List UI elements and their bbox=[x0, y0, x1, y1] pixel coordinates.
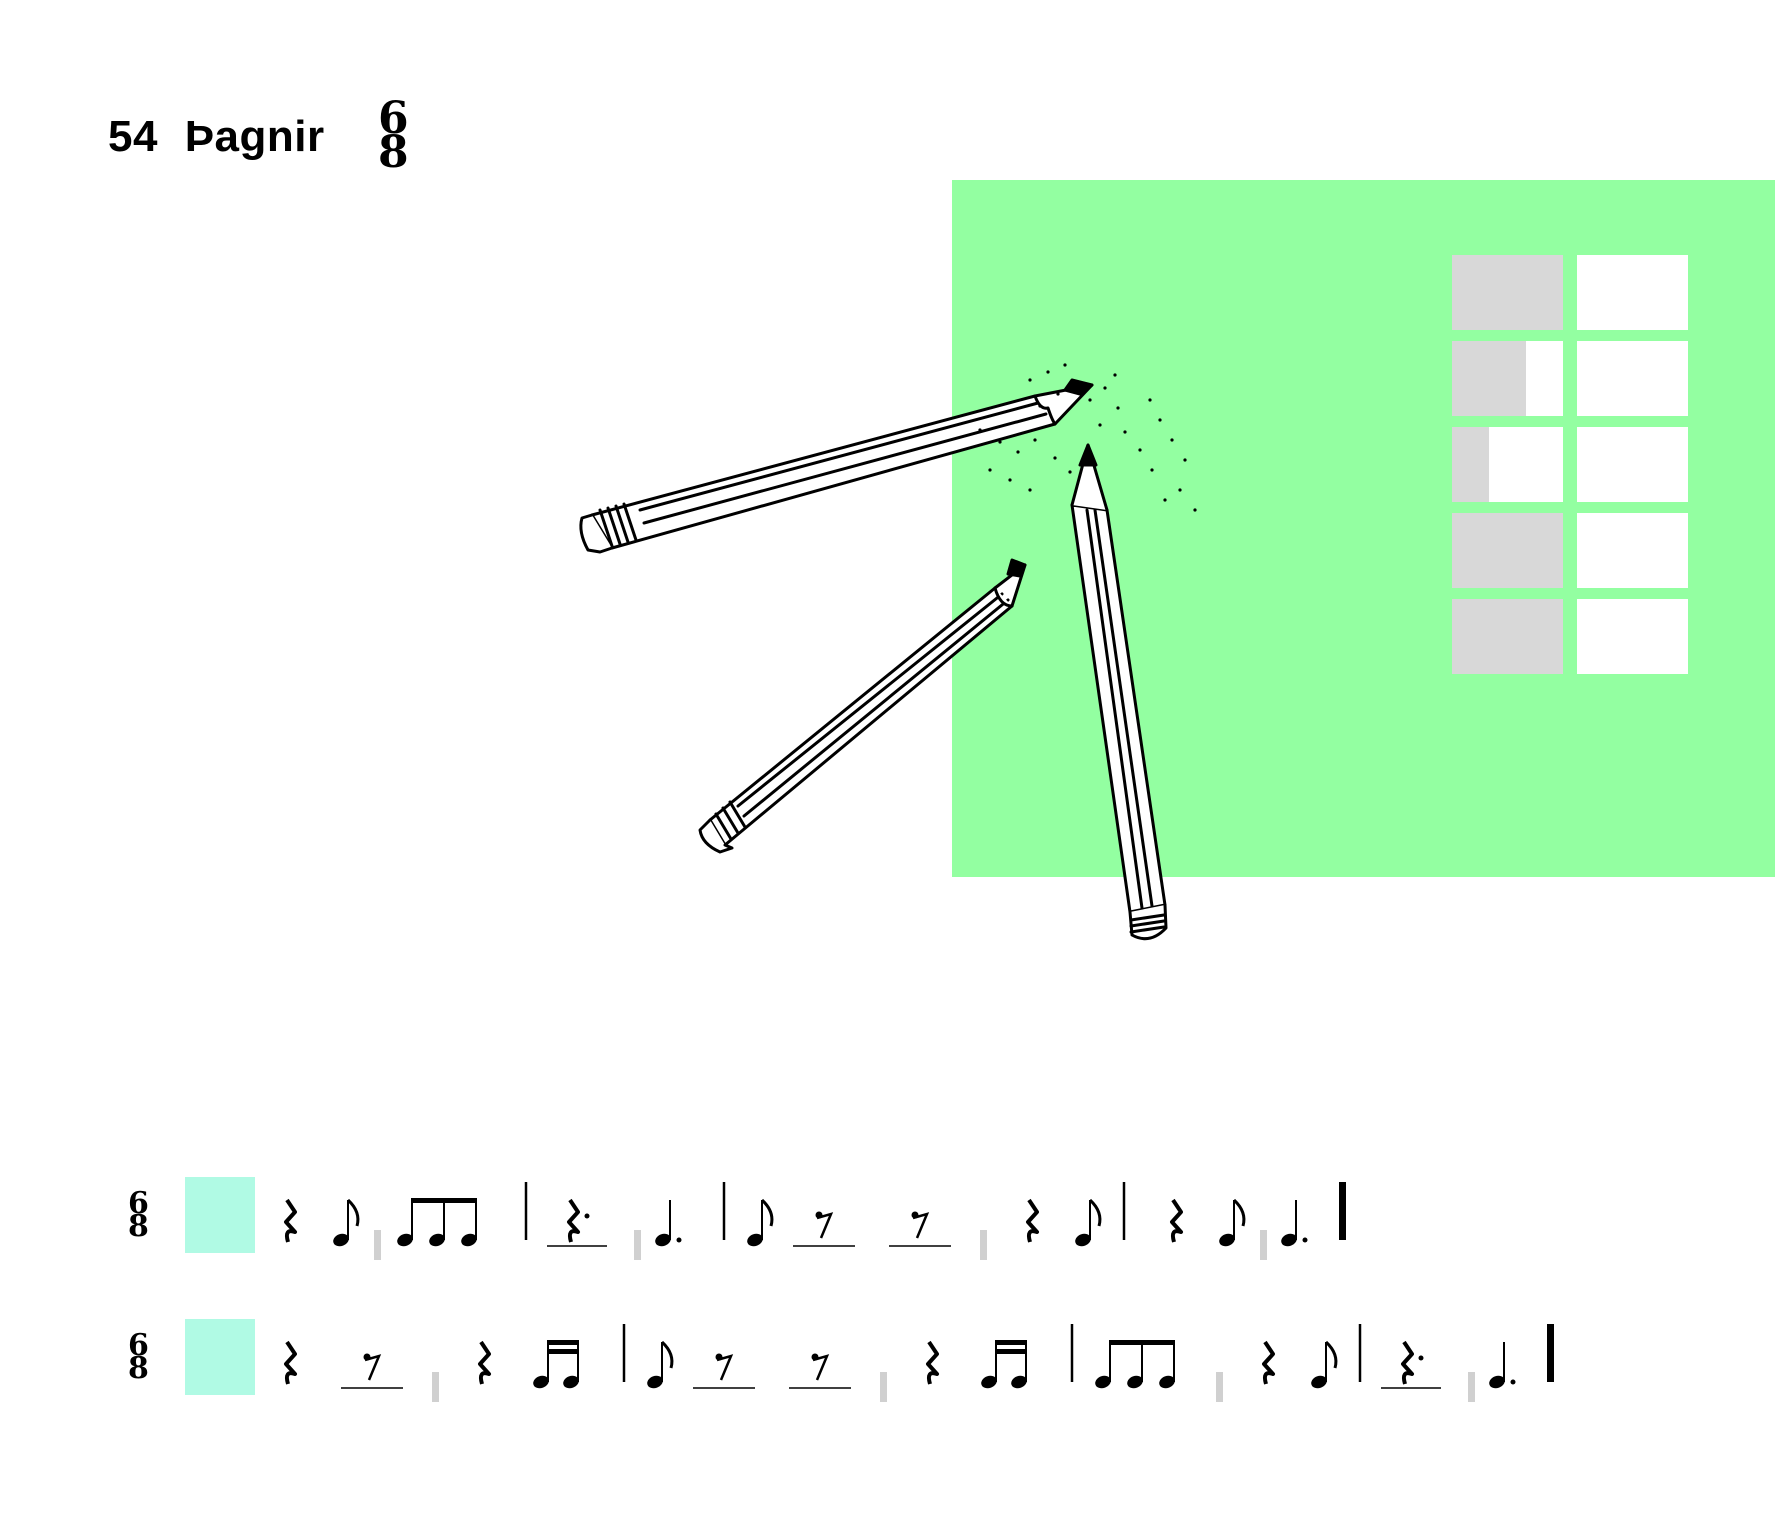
beat-grid-cell bbox=[1452, 341, 1489, 416]
eighth-note-symbol bbox=[647, 1340, 674, 1389]
beat-grid-cell bbox=[1452, 513, 1489, 588]
beat-grid-row bbox=[1452, 255, 1692, 330]
beat-grid-cell bbox=[1526, 341, 1563, 416]
beat-tick-symbol bbox=[1260, 1230, 1267, 1260]
row-2-notation bbox=[284, 1324, 1554, 1402]
pencil-2 bbox=[698, 558, 1027, 854]
beat-grid-row bbox=[1452, 599, 1692, 674]
beat-grid-cell bbox=[1614, 427, 1651, 502]
eighth-note-symbol bbox=[1311, 1340, 1338, 1389]
beat-grid-cell bbox=[1452, 427, 1489, 502]
beat-grid-row bbox=[1452, 341, 1692, 416]
quarter-rest-symbol bbox=[478, 1340, 491, 1385]
final-barline-symbol bbox=[1339, 1182, 1346, 1240]
eighth-note-symbol bbox=[747, 1198, 774, 1247]
beat-grid-cell bbox=[1489, 599, 1526, 674]
beat-grid-row bbox=[1452, 513, 1692, 588]
final-barline-symbol bbox=[1547, 1324, 1554, 1382]
beat-grid-cell bbox=[1651, 513, 1688, 588]
beat-grid-cell bbox=[1577, 427, 1614, 502]
quarter-rest-symbol bbox=[1262, 1340, 1275, 1385]
quarter-rest-symbol bbox=[1026, 1198, 1039, 1243]
dotted-quarter-rest-symbol bbox=[547, 1198, 607, 1247]
beat-tick-symbol bbox=[880, 1372, 887, 1402]
beat-tick-symbol bbox=[374, 1230, 381, 1260]
quarter-rest-symbol bbox=[284, 1340, 297, 1385]
beat-grid-cell bbox=[1452, 255, 1489, 330]
eighth-rest-symbol bbox=[693, 1353, 755, 1389]
sixteenth-pair-symbol bbox=[533, 1340, 579, 1389]
dotted-quarter-note-symbol bbox=[655, 1200, 682, 1247]
exercise-number: 54 bbox=[108, 112, 158, 161]
time-signature-bottom: 8 bbox=[378, 127, 409, 179]
beat-grid-cell bbox=[1614, 341, 1651, 416]
beat-grid-cell bbox=[1614, 255, 1651, 330]
eighth-note-symbol bbox=[1075, 1198, 1102, 1247]
page-title: 54 Þagnir bbox=[108, 112, 325, 162]
beat-grid-cell bbox=[1614, 599, 1651, 674]
eighth-beam-3-symbol bbox=[1095, 1340, 1175, 1389]
sixteenth-pair-symbol bbox=[981, 1340, 1027, 1389]
row-1-notation bbox=[284, 1182, 1346, 1260]
beat-grid-cell bbox=[1577, 513, 1614, 588]
beat-grid-cell bbox=[1489, 341, 1526, 416]
beat-tick-symbol bbox=[1216, 1372, 1223, 1402]
beat-grid-cell bbox=[1526, 255, 1563, 330]
beat-grid-cell bbox=[1651, 427, 1688, 502]
beat-grid-cell bbox=[1526, 427, 1563, 502]
beat-tick-symbol bbox=[432, 1372, 439, 1402]
eighth-rest-symbol bbox=[793, 1211, 855, 1247]
pencil-3 bbox=[1070, 443, 1168, 941]
beat-tick-symbol bbox=[980, 1230, 987, 1260]
beat-grid-cell bbox=[1489, 427, 1526, 502]
quarter-rest-symbol bbox=[284, 1198, 297, 1243]
beat-grid-cell bbox=[1526, 599, 1563, 674]
beat-grid-cell bbox=[1452, 599, 1489, 674]
beat-grid-cell bbox=[1577, 599, 1614, 674]
dotted-quarter-rest-symbol bbox=[1381, 1340, 1441, 1389]
beat-grid-cell bbox=[1526, 513, 1563, 588]
eighth-note-symbol bbox=[333, 1198, 360, 1247]
beat-grid-cell bbox=[1489, 255, 1526, 330]
eighth-beam-3-symbol bbox=[397, 1198, 477, 1247]
beat-tick-symbol bbox=[634, 1230, 641, 1260]
eighth-rest-symbol bbox=[889, 1211, 951, 1247]
eighth-note-symbol bbox=[1219, 1198, 1246, 1247]
eighth-rest-symbol bbox=[341, 1353, 403, 1389]
pencil-1 bbox=[579, 378, 1094, 554]
beat-grid-cell bbox=[1577, 341, 1614, 416]
quarter-rest-symbol bbox=[1170, 1198, 1183, 1243]
beat-grid-cell bbox=[1651, 255, 1688, 330]
rhythm-row-2: 6 8 bbox=[0, 1312, 1775, 1422]
eighth-rest-symbol bbox=[789, 1353, 851, 1389]
beat-grid-cell bbox=[1577, 255, 1614, 330]
quarter-rest-symbol bbox=[926, 1340, 939, 1385]
beat-grid-row bbox=[1452, 427, 1692, 502]
beat-grid-cell bbox=[1651, 599, 1688, 674]
title-time-signature: 6 8 bbox=[378, 96, 409, 179]
rhythm-row-1: 6 8 bbox=[0, 1170, 1775, 1280]
beat-grid-cell bbox=[1614, 513, 1651, 588]
dotted-quarter-note-symbol bbox=[1281, 1200, 1308, 1247]
exercise-title: Þagnir bbox=[184, 112, 325, 161]
dotted-quarter-note-symbol bbox=[1489, 1342, 1516, 1389]
beat-grid-cell bbox=[1651, 341, 1688, 416]
beat-tick-symbol bbox=[1468, 1372, 1475, 1402]
pencils-illustration bbox=[579, 363, 1197, 941]
beat-grid-cell bbox=[1489, 513, 1526, 588]
